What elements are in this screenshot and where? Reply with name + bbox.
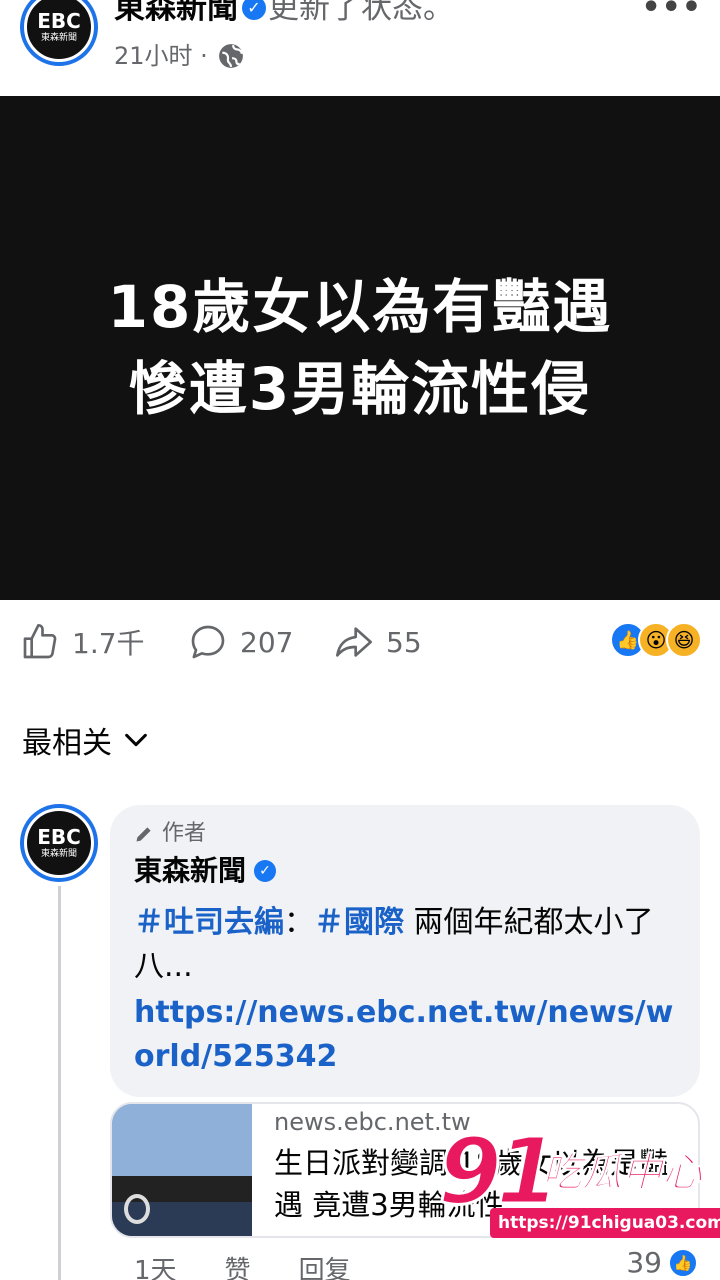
post-meta: 21小时 · <box>114 40 244 72</box>
page-name[interactable]: 東森新聞 <box>114 0 238 26</box>
handcuff-icon <box>124 1194 150 1224</box>
comment-reaction-number: 39 <box>626 1246 662 1279</box>
hashtag-link[interactable]: ＃吐司去編 <box>134 905 284 940</box>
thread-line <box>58 886 61 1280</box>
page-name-line: 東森新聞 ✓ 更新了状态。 <box>114 0 454 28</box>
thumbs-up-icon <box>23 624 57 659</box>
comment-icon <box>191 625 225 659</box>
headline-line-2: 慘遭3男輪流性侵 <box>128 355 592 423</box>
ebc-logo: EBC 東森新聞 <box>24 808 94 878</box>
logo-subtext: 東森新聞 <box>40 32 77 43</box>
globe-icon <box>218 44 243 68</box>
like-button[interactable]: 1.7千 <box>20 622 145 662</box>
hashtag-link[interactable]: ＃國際 <box>314 905 404 940</box>
author-tag-label: 作者 <box>162 821 207 846</box>
comment-reaction-count[interactable]: 39 👍 <box>626 1246 698 1279</box>
author-tag: 作者 <box>134 819 676 849</box>
sort-dropdown[interactable]: 最相关 <box>22 718 150 762</box>
more-options-icon[interactable]: ••• <box>641 0 702 25</box>
like-reaction-icon: 👍 <box>668 1247 698 1278</box>
watermark-url: https://91chigua03.com <box>490 1208 720 1238</box>
article-link[interactable]: https://news.ebc.net.tw/news/world/52534… <box>134 991 676 1079</box>
share-button[interactable]: 55 <box>334 622 422 662</box>
share-count: 55 <box>386 625 422 659</box>
card-thumbnail <box>112 1104 252 1236</box>
logo-text: EBC <box>37 824 81 849</box>
separator: ： <box>284 905 314 940</box>
logo-text: EBC <box>37 8 81 33</box>
logo-subtext: 東森新聞 <box>40 848 77 859</box>
haha-reaction-icon: 😆 <box>666 622 702 658</box>
comment-button[interactable]: 207 <box>188 622 293 662</box>
comment-body: ＃吐司去編：＃國際 兩個年紀都太小了八... https://news.ebc.… <box>134 901 676 1079</box>
status-text: 更新了状态。 <box>268 0 454 26</box>
comment-author[interactable]: 東森新聞 <box>134 851 246 891</box>
pencil-icon <box>136 827 151 842</box>
comment-reply-button[interactable]: 回复 <box>299 1250 351 1280</box>
page-avatar[interactable]: EBC 東森新聞 <box>20 0 98 66</box>
ebc-logo: EBC 東森新聞 <box>24 0 94 62</box>
watermark-logo: 91 吃瓜中心 https://91chigua03.com <box>436 1120 720 1246</box>
comment-footer: 1天 赞 回复 <box>134 1250 351 1280</box>
post-header: EBC 東森新聞 東森新聞 ✓ 更新了状态。 21小时 · ••• <box>0 0 720 96</box>
like-count: 1.7千 <box>72 627 145 660</box>
sort-label: 最相关 <box>22 726 112 761</box>
comment-bubble[interactable]: 作者 東森新聞 ✓ ＃吐司去編：＃國際 兩個年紀都太小了八... https://… <box>110 805 700 1097</box>
share-icon <box>336 627 372 657</box>
headline-line-1: 18歲女以為有豔遇 <box>107 273 613 341</box>
watermark-name: 吃瓜中心 <box>542 1150 703 1197</box>
verified-icon: ✓ <box>254 860 277 882</box>
reaction-summary[interactable]: 👍 😮 😆 <box>610 622 702 658</box>
comment-like-button[interactable]: 赞 <box>225 1250 251 1280</box>
comment-count: 207 <box>240 625 294 659</box>
verified-icon: ✓ <box>242 0 266 20</box>
action-bar: 1.7千 207 55 👍 😮 😆 <box>0 608 720 678</box>
comment-author-line: 東森新聞 ✓ <box>134 851 676 891</box>
post-time[interactable]: 21小时 · <box>114 40 208 72</box>
comment-avatar[interactable]: EBC 東森新聞 <box>20 804 98 882</box>
comment-time[interactable]: 1天 <box>134 1250 177 1280</box>
post-image[interactable]: 18歲女以為有豔遇 慘遭3男輪流性侵 <box>0 96 720 600</box>
watermark-number: 91 <box>436 1118 561 1225</box>
chevron-down-icon <box>125 733 147 747</box>
